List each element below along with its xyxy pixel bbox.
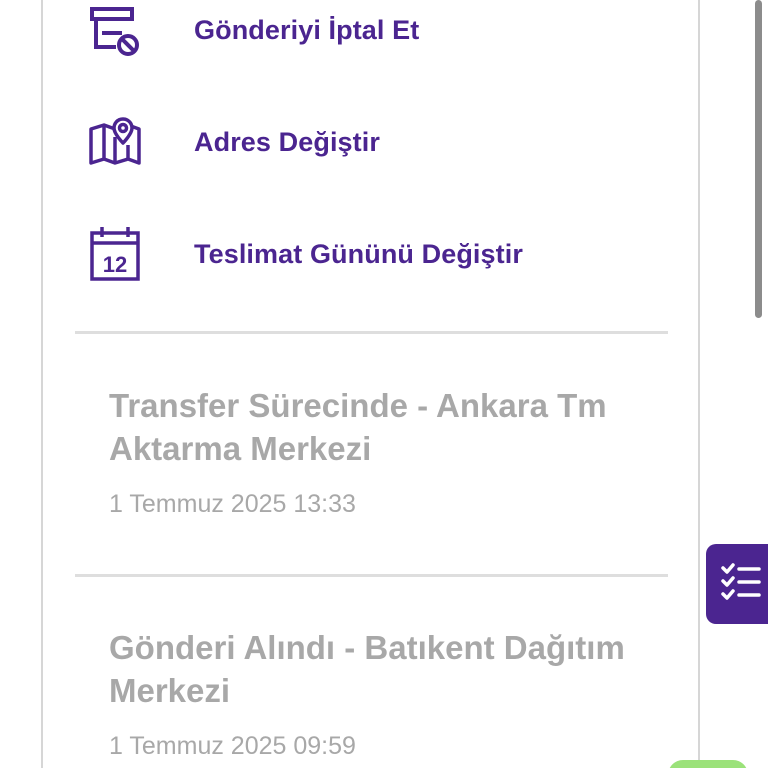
cancel-shipment-label: Gönderiyi İptal Et (194, 14, 420, 45)
scrollbar[interactable] (755, 0, 762, 318)
event-title: Transfer Sürecinde - Ankara Tm Aktarma M… (109, 387, 607, 467)
checklist-button[interactable] (706, 544, 768, 624)
checklist-icon (719, 560, 763, 609)
tracking-event: Transfer Sürecinde - Ankara Tm Aktarma M… (109, 384, 649, 519)
cancel-shipment-icon (88, 2, 142, 58)
change-address-label: Adres Değiştir (194, 126, 380, 157)
change-delivery-day-button[interactable]: 12 Teslimat Gününü Değiştir (88, 222, 668, 286)
divider (75, 574, 668, 577)
event-timestamp: 1 Temmuz 2025 13:33 (109, 490, 356, 518)
event-timestamp: 1 Temmuz 2025 09:59 (109, 732, 356, 760)
divider (75, 331, 668, 334)
cancel-shipment-button[interactable]: Gönderiyi İptal Et (88, 0, 668, 62)
change-delivery-day-label: Teslimat Gününü Değiştir (194, 238, 523, 269)
calendar-icon: 12 (88, 226, 142, 282)
calendar-day-number: 12 (103, 252, 127, 277)
change-address-button[interactable]: Adres Değiştir (88, 110, 668, 174)
event-title: Gönderi Alındı - Batıkent Dağıtım Merkez… (109, 629, 625, 709)
screen: Gönderiyi İptal Et Adres Değiştir 12 Tes… (0, 0, 768, 768)
map-pin-icon (88, 114, 142, 170)
tracking-event: Gönderi Alındı - Batıkent Dağıtım Merkez… (109, 626, 649, 761)
green-floating-element[interactable] (668, 760, 748, 768)
